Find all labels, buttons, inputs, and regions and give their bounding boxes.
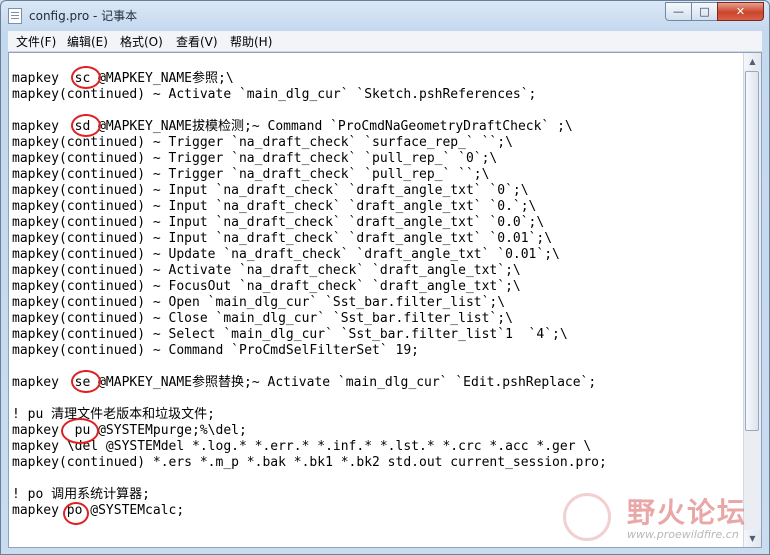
- code-line: ! po 调用系统计算器;: [12, 487, 150, 502]
- menu-format[interactable]: 格式(O): [117, 33, 166, 50]
- scroll-up-icon[interactable]: ▲: [744, 53, 761, 70]
- highlight-circle-sd: [71, 114, 101, 137]
- watermark: 野火论坛 www.proewildfire.cn: [563, 489, 763, 549]
- code-line: mapkey(continued) *.ers *.m_p *.bak *.bk…: [12, 455, 607, 470]
- watermark-url: www.proewildfire.cn: [627, 528, 739, 541]
- close-button[interactable]: ✕: [717, 2, 764, 21]
- code-line: mapkey(continued) ~ Activate `main_dlg_c…: [12, 87, 537, 102]
- menu-help[interactable]: 帮助(H): [227, 33, 275, 50]
- code-line: mapkey sd @MAPKEY_NAME拔模检测;~ Command `Pr…: [12, 119, 573, 134]
- watermark-text: 野火论坛: [627, 496, 748, 529]
- watermark-logo-icon: [563, 493, 611, 541]
- code-line: mapkey(continued) ~ Close `main_dlg_cur`…: [12, 311, 513, 326]
- code-line: mapkey(continued) ~ Input `na_draft_chec…: [12, 231, 553, 246]
- menu-bar: 文件(F) 编辑(E) 格式(O) 查看(V) 帮助(H): [8, 31, 762, 52]
- code-line: mapkey(continued) ~ Trigger `na_draft_ch…: [12, 135, 513, 150]
- window-title: config.pro - 记事本: [29, 9, 138, 23]
- code-line: mapkey po @SYSTEMcalc;: [12, 503, 185, 518]
- code-line: mapkey(continued) ~ Trigger `na_draft_ch…: [12, 167, 490, 182]
- minimize-button[interactable]: —: [665, 2, 692, 21]
- vertical-scrollbar[interactable]: ▲ ▼: [743, 53, 761, 547]
- code-line: mapkey(continued) ~ Update `na_draft_che…: [12, 247, 560, 262]
- code-line: mapkey(continued) ~ Open `main_dlg_cur` …: [12, 295, 506, 310]
- menu-edit[interactable]: 编辑(E): [64, 33, 111, 50]
- code-text: mapkey sc @MAPKEY_NAME参照;\ mapkey(continu…: [12, 71, 607, 519]
- notepad-icon: [8, 8, 22, 24]
- code-line: mapkey(continued) ~ Input `na_draft_chec…: [12, 183, 529, 198]
- code-line: mapkey(continued) ~ Input `na_draft_chec…: [12, 199, 537, 214]
- code-line: mapkey(continued) ~ FocusOut `na_draft_c…: [12, 279, 521, 294]
- title-bar[interactable]: config.pro - 记事本 — □ ✕: [1, 1, 769, 31]
- code-line: mapkey(continued) ~ Activate `na_draft_c…: [12, 263, 521, 278]
- maximize-button[interactable]: □: [691, 2, 718, 21]
- highlight-circle-po: [63, 502, 89, 525]
- highlight-circle-se: [71, 370, 101, 393]
- code-line: mapkey(continued) ~ Command `ProCmdSelFi…: [12, 343, 419, 358]
- highlight-circle-pu: [61, 418, 99, 444]
- code-line: mapkey(continued) ~ Trigger `na_draft_ch…: [12, 151, 498, 166]
- code-line: mapkey \del @SYSTEMdel *.log.* *.err.* *…: [12, 439, 592, 454]
- menu-view[interactable]: 查看(V): [173, 33, 221, 50]
- highlight-circle-sc: [71, 66, 101, 89]
- code-line: mapkey(continued) ~ Input `na_draft_chec…: [12, 215, 545, 230]
- text-editor[interactable]: mapkey sc @MAPKEY_NAME参照;\ mapkey(continu…: [8, 52, 762, 548]
- menu-file[interactable]: 文件(F): [13, 33, 59, 50]
- code-line: ! pu 清理文件老版本和垃圾文件;: [12, 407, 215, 422]
- code-line: mapkey se @MAPKEY_NAME参照替换;~ Activate `m…: [12, 375, 597, 390]
- scroll-thumb[interactable]: [745, 71, 759, 431]
- code-line: mapkey(continued) ~ Select `main_dlg_cur…: [12, 327, 568, 342]
- code-line: mapkey sc @MAPKEY_NAME参照;\: [12, 71, 234, 86]
- code-line: mapkey pu @SYSTEMpurge;%\del;: [12, 423, 247, 438]
- notepad-window: config.pro - 记事本 — □ ✕ 文件(F) 编辑(E) 格式(O)…: [0, 0, 770, 555]
